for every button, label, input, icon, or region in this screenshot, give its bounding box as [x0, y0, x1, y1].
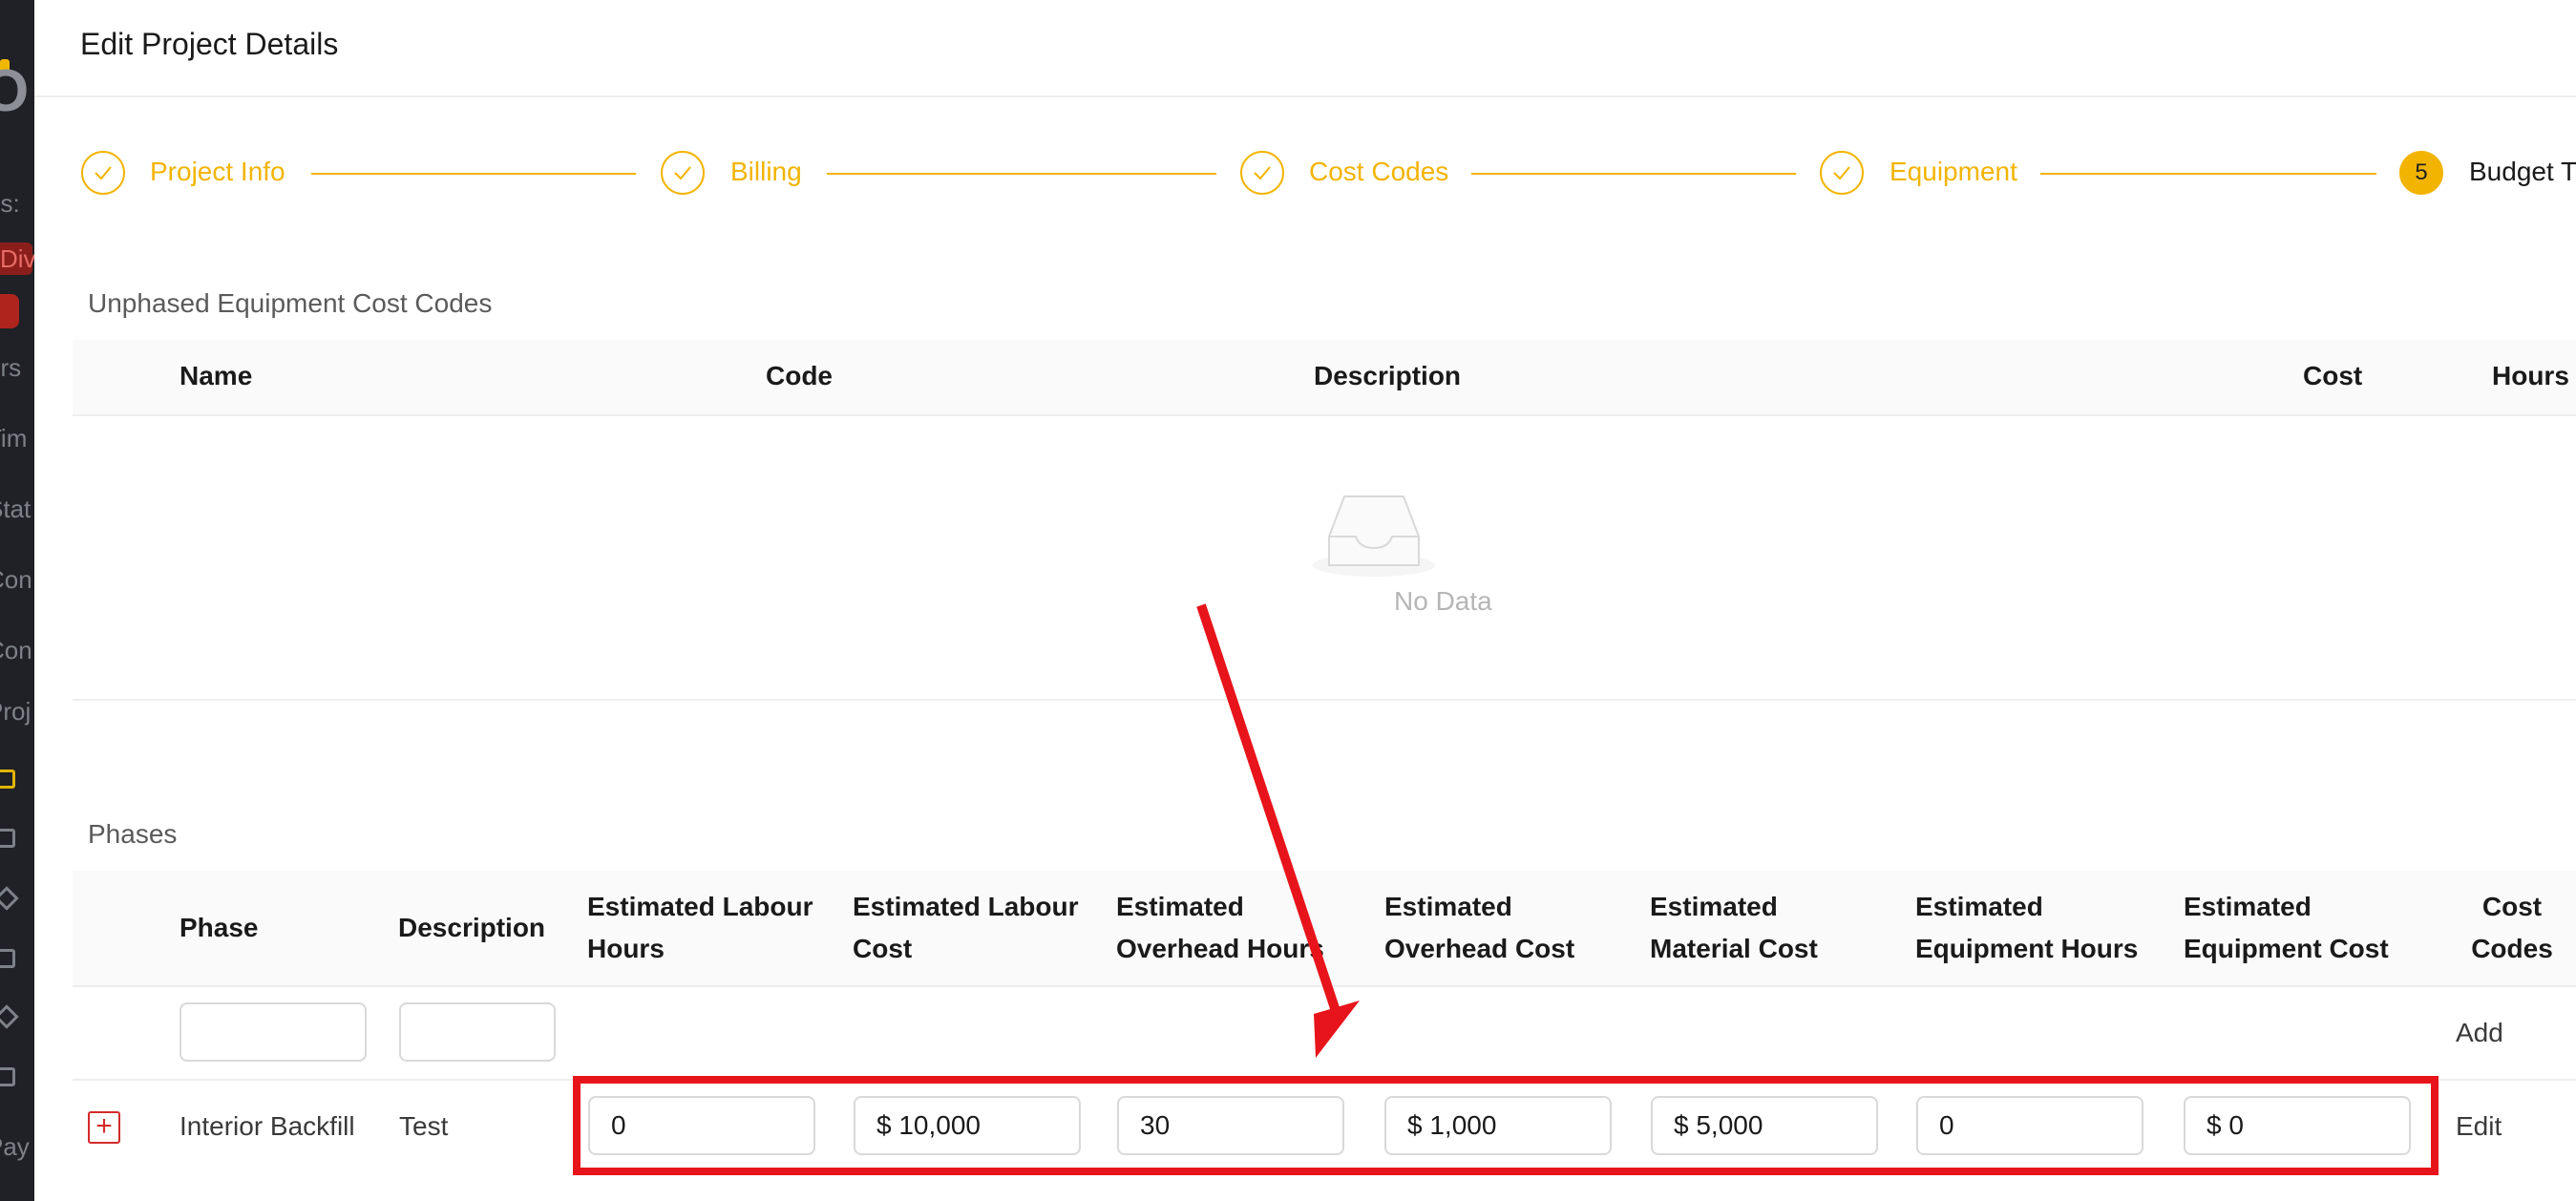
- annotation-highlight-box: [573, 1076, 2439, 1175]
- annotation-overlay: [573, 603, 2439, 1175]
- annotation-arrow-line: [1196, 603, 1341, 1016]
- annotation-arrow-head: [1314, 1001, 1360, 1058]
